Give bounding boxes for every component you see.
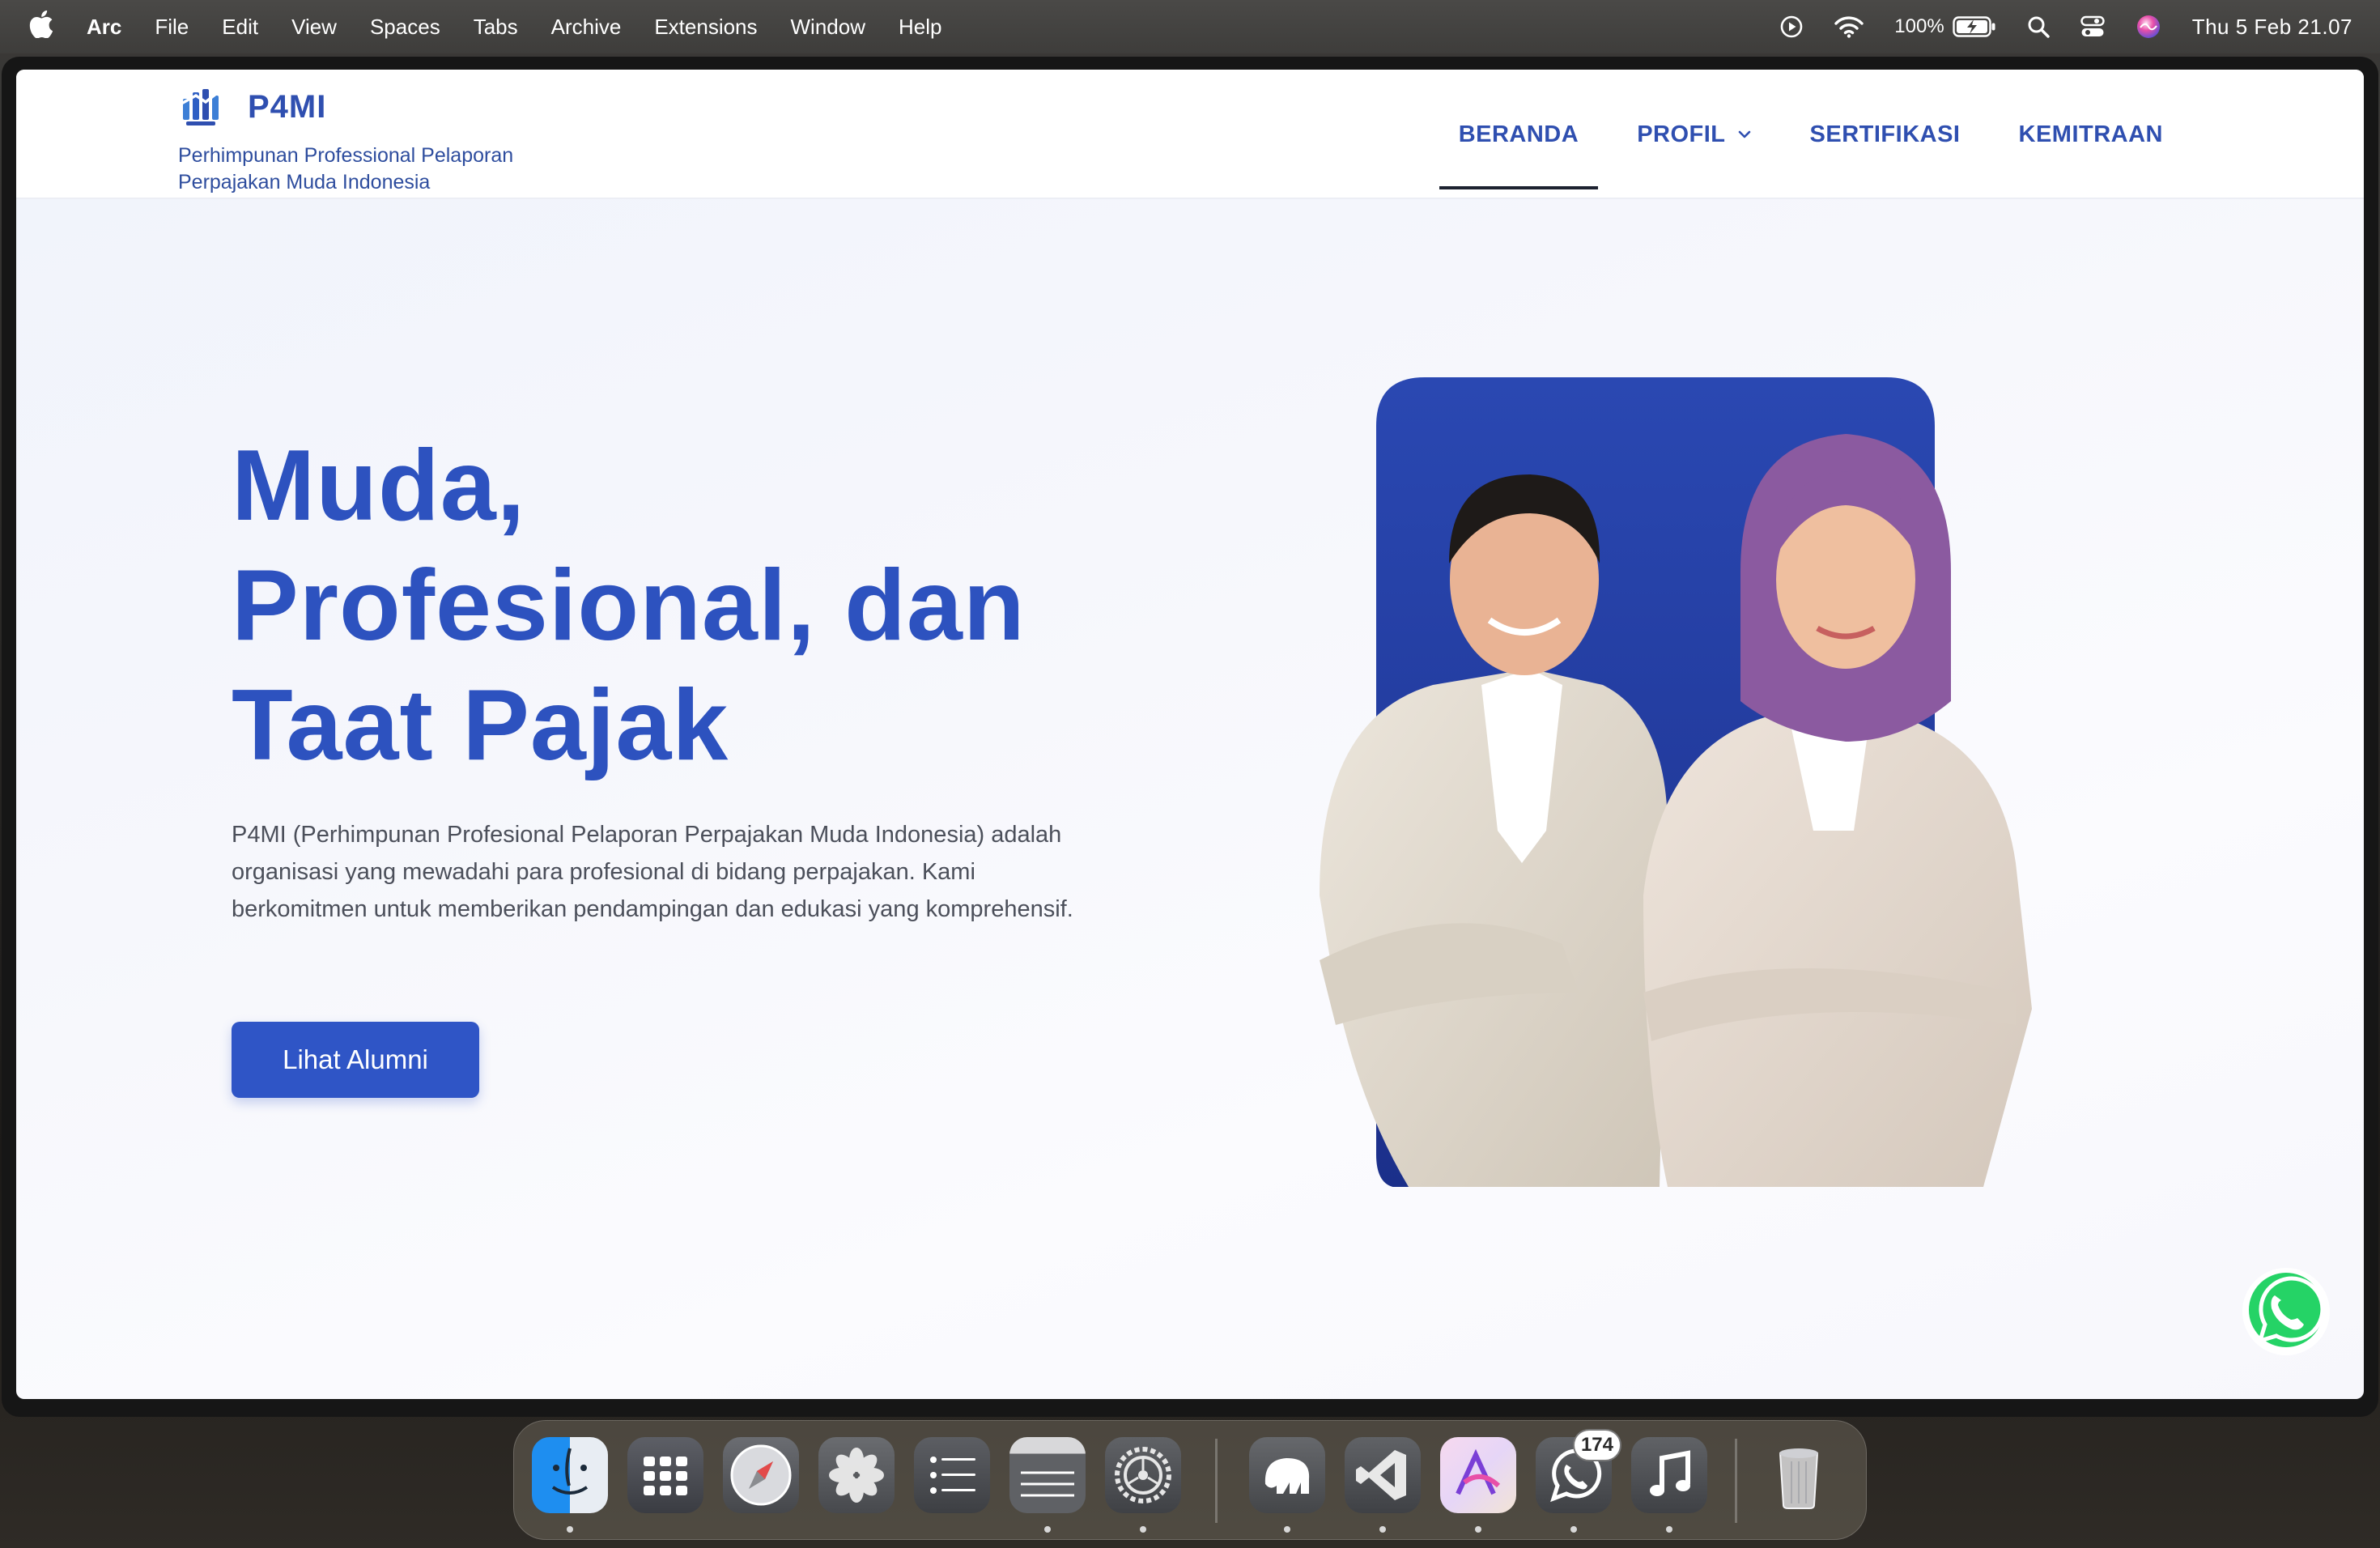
finder-icon[interactable]: [532, 1437, 608, 1513]
menu-window[interactable]: Window: [791, 15, 865, 40]
dock-separator: [1215, 1439, 1218, 1523]
siri-icon[interactable]: [2136, 14, 2161, 40]
nav-kemitraan-label: KEMITRAAN: [2018, 121, 2163, 147]
nav-beranda[interactable]: BERANDA: [1439, 70, 1599, 199]
nav-sertifikasi-label: SERTIFIKASI: [1809, 121, 1961, 147]
music-running-dot: [1666, 1526, 1672, 1533]
brand-tagline: Perhimpunan Professional Pelaporan Perpa…: [178, 144, 514, 194]
hero-photo: [1320, 377, 2032, 1187]
whatsapp-icon[interactable]: 174: [1536, 1429, 1621, 1513]
vscode-icon[interactable]: [1345, 1437, 1421, 1513]
web-page: P4MI Perhimpunan Professional Pelaporan …: [16, 70, 2364, 1399]
hero-title-line-3: Taat Pajak: [232, 670, 729, 781]
vscode-running-dot: [1379, 1526, 1386, 1533]
notes-running-dot: [1044, 1526, 1051, 1533]
site-header: P4MI Perhimpunan Professional Pelaporan …: [16, 70, 2364, 199]
photos-icon[interactable]: [818, 1437, 895, 1513]
nav-kemitraan[interactable]: KEMITRAAN: [2000, 70, 2183, 199]
hero-title-line-1: Muda,: [232, 430, 526, 542]
brand[interactable]: P4MI Perhimpunan Professional Pelaporan …: [178, 84, 599, 196]
menu-app-name[interactable]: Arc: [87, 15, 121, 40]
menu-spaces[interactable]: Spaces: [370, 15, 440, 40]
hero-title-line-2: Profesional, dan: [232, 550, 1026, 661]
tableplus-running-dot: [1284, 1526, 1290, 1533]
wifi-icon[interactable]: [1834, 15, 1864, 38]
battery-percentage: 100%: [1894, 15, 1944, 37]
whatsapp-unread-badge: 174: [1572, 1429, 1621, 1461]
battery-icon: [1952, 16, 1995, 37]
whatsapp-running-dot: [1570, 1526, 1577, 1533]
nav-profil[interactable]: PROFIL: [1617, 70, 1770, 199]
nav-beranda-label: BERANDA: [1458, 121, 1579, 147]
hero-title: Muda, Profesional, dan Taat Pajak: [232, 426, 1203, 785]
main-navigation: BERANDA PROFIL SERTIFIKASI KEMITRAAN: [1420, 70, 2182, 199]
notes-icon[interactable]: [1009, 1437, 1086, 1513]
p4mi-logo-icon: [181, 89, 222, 125]
system-settings-icon[interactable]: [1105, 1437, 1181, 1513]
affinity-running-dot: [1475, 1526, 1481, 1533]
menu-clock[interactable]: Thu 5 Feb 21.07: [2192, 15, 2352, 40]
nav-profil-label: PROFIL: [1637, 121, 1726, 147]
menu-help[interactable]: Help: [899, 15, 941, 40]
chevron-down-icon: [1738, 130, 1750, 138]
menu-extensions[interactable]: Extensions: [654, 15, 757, 40]
menu-tabs[interactable]: Tabs: [474, 15, 518, 40]
menu-archive[interactable]: Archive: [551, 15, 622, 40]
lihat-alumni-button[interactable]: Lihat Alumni: [232, 1022, 479, 1098]
macos-dock: 174: [513, 1420, 1867, 1540]
spotlight-search-icon[interactable]: [2027, 15, 2050, 38]
battery-status[interactable]: 100%: [1894, 15, 1995, 38]
menu-file[interactable]: File: [155, 15, 189, 40]
reminders-icon[interactable]: [914, 1437, 990, 1513]
menu-edit[interactable]: Edit: [222, 15, 258, 40]
tableplus-icon[interactable]: [1249, 1437, 1325, 1513]
safari-icon[interactable]: [723, 1437, 799, 1513]
affinity-icon[interactable]: [1440, 1437, 1516, 1513]
apple-menu-icon[interactable]: [29, 10, 53, 44]
hero-description: P4MI (Perhimpunan Profesional Pelaporan …: [232, 822, 1073, 922]
browser-window: P4MI Perhimpunan Professional Pelaporan …: [2, 57, 2378, 1417]
system-settings-running-dot: [1140, 1526, 1146, 1533]
brand-name: P4MI: [248, 88, 327, 125]
now-playing-icon[interactable]: [1779, 15, 1804, 39]
dock-separator-2: [1735, 1439, 1737, 1523]
finder-running-dot: [567, 1526, 573, 1533]
launchpad-icon[interactable]: [627, 1437, 703, 1513]
whatsapp-chat-button[interactable]: [2241, 1266, 2331, 1357]
nav-sertifikasi[interactable]: SERTIFIKASI: [1791, 70, 1980, 199]
music-icon[interactable]: [1631, 1437, 1707, 1513]
menu-view[interactable]: View: [291, 15, 337, 40]
trash-icon[interactable]: [1761, 1437, 1837, 1513]
macos-menu-bar: Arc File Edit View Spaces Tabs Archive E…: [0, 0, 2380, 53]
control-center-icon[interactable]: [2080, 15, 2105, 38]
